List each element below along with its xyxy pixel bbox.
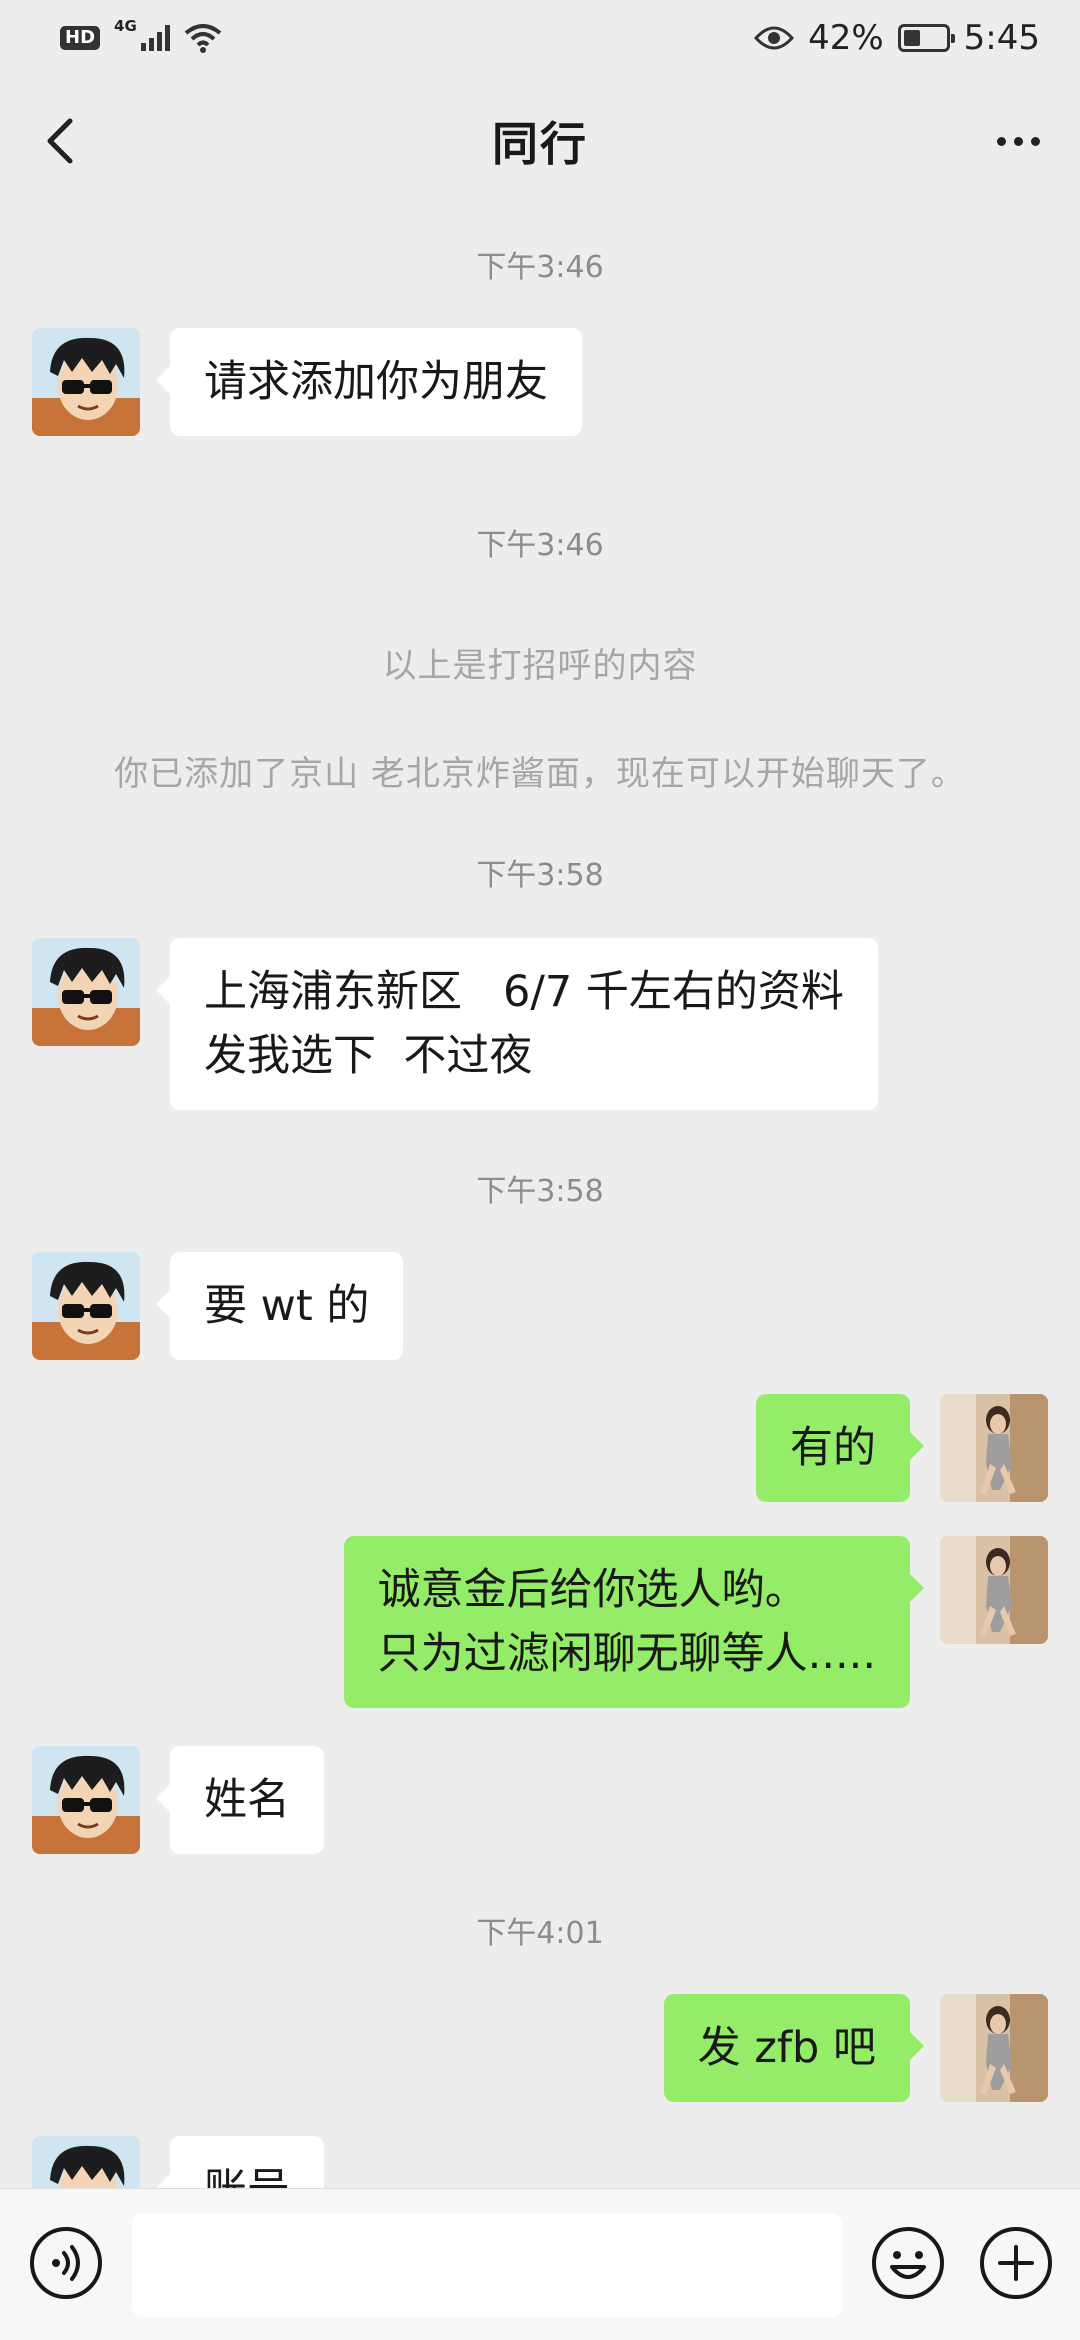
avatar-self[interactable]	[940, 1536, 1048, 1644]
timestamp: 下午3:46	[476, 250, 604, 285]
avatar[interactable]	[32, 2136, 140, 2188]
message-text: 请求添加你为朋友	[204, 357, 548, 407]
plus-button[interactable]	[978, 2225, 1054, 2301]
timestamp: 下午3:58	[476, 1174, 604, 1209]
back-button[interactable]	[30, 109, 94, 173]
page-title: 同行	[492, 117, 588, 171]
message-input[interactable]	[132, 2213, 842, 2317]
battery-icon	[897, 24, 955, 52]
plus-icon	[980, 2227, 1052, 2299]
incoming-message[interactable]: 上海浦东新区 6/7 千左右的资料 发我选下 不过夜	[156, 938, 878, 1110]
avatar-self[interactable]	[940, 1994, 1048, 2102]
emoji-icon	[872, 2227, 944, 2299]
voice-button[interactable]	[28, 2225, 104, 2301]
avatar[interactable]	[32, 328, 140, 436]
message-text: 账号	[204, 2158, 290, 2188]
input-bar	[0, 2188, 1080, 2340]
avatar[interactable]	[32, 1252, 140, 1360]
more-dots-icon	[996, 136, 1006, 146]
chevron-left-icon	[47, 118, 73, 164]
title-bar: 同行	[0, 76, 1080, 206]
outgoing-message[interactable]: 有的	[756, 1394, 924, 1502]
battery-level	[903, 30, 921, 46]
outgoing-message[interactable]: 诚意金后给你选人哟。 只为过滤闲聊无聊等人.....	[343, 1536, 925, 1708]
timestamp: 下午4:01	[476, 1916, 604, 1951]
network-type: 4G	[114, 17, 137, 35]
incoming-message[interactable]: 要 wt 的	[155, 1252, 404, 1360]
avatar[interactable]	[32, 938, 140, 1046]
message-text: 发我选下 不过夜	[204, 1031, 533, 1081]
incoming-message[interactable]: 账号	[156, 2136, 324, 2188]
battery-percent: 42%	[808, 18, 884, 58]
message-text: 有的	[790, 1423, 876, 1473]
message-text: 只为过滤闲聊无聊等人.....	[377, 1629, 876, 1679]
message-text: 发 zfb 吧	[697, 2023, 876, 2073]
signal-icon	[140, 25, 170, 51]
clock: 5:45	[963, 18, 1040, 58]
emoji-button[interactable]	[870, 2225, 946, 2301]
outgoing-message[interactable]: 发 zfb 吧	[663, 1994, 925, 2102]
eye-icon	[754, 26, 795, 50]
incoming-message[interactable]: 请求添加你为朋友	[156, 328, 582, 436]
more-button[interactable]	[986, 109, 1050, 173]
system-message: 以上是打招呼的内容	[382, 646, 698, 686]
timestamp: 下午3:58	[476, 858, 604, 893]
status-bar: HD 4G 42% 5:45	[0, 0, 1080, 76]
voice-icon	[30, 2227, 102, 2299]
wifi-icon	[184, 24, 222, 53]
incoming-message[interactable]: 姓名	[156, 1746, 324, 1854]
timestamp: 下午3:46	[476, 528, 604, 563]
system-message: 你已添加了京山 老北京炸酱面，现在可以开始聊天了。	[114, 754, 966, 794]
message-text: 上海浦东新区 6/7 千左右的资料	[204, 967, 844, 1017]
avatar[interactable]	[32, 1746, 140, 1854]
avatar-self[interactable]	[940, 1394, 1048, 1502]
message-list[interactable]: 下午3:46 请求添加你为朋友 下午3:46 以上是打招呼的内容 你已添加了京山…	[0, 206, 1080, 2188]
message-text: 诚意金后给你选人哟。	[377, 1565, 808, 1615]
hd-badge: HD	[60, 26, 101, 50]
message-text: 姓名	[204, 1775, 290, 1825]
message-text: 要 wt 的	[204, 1281, 370, 1331]
